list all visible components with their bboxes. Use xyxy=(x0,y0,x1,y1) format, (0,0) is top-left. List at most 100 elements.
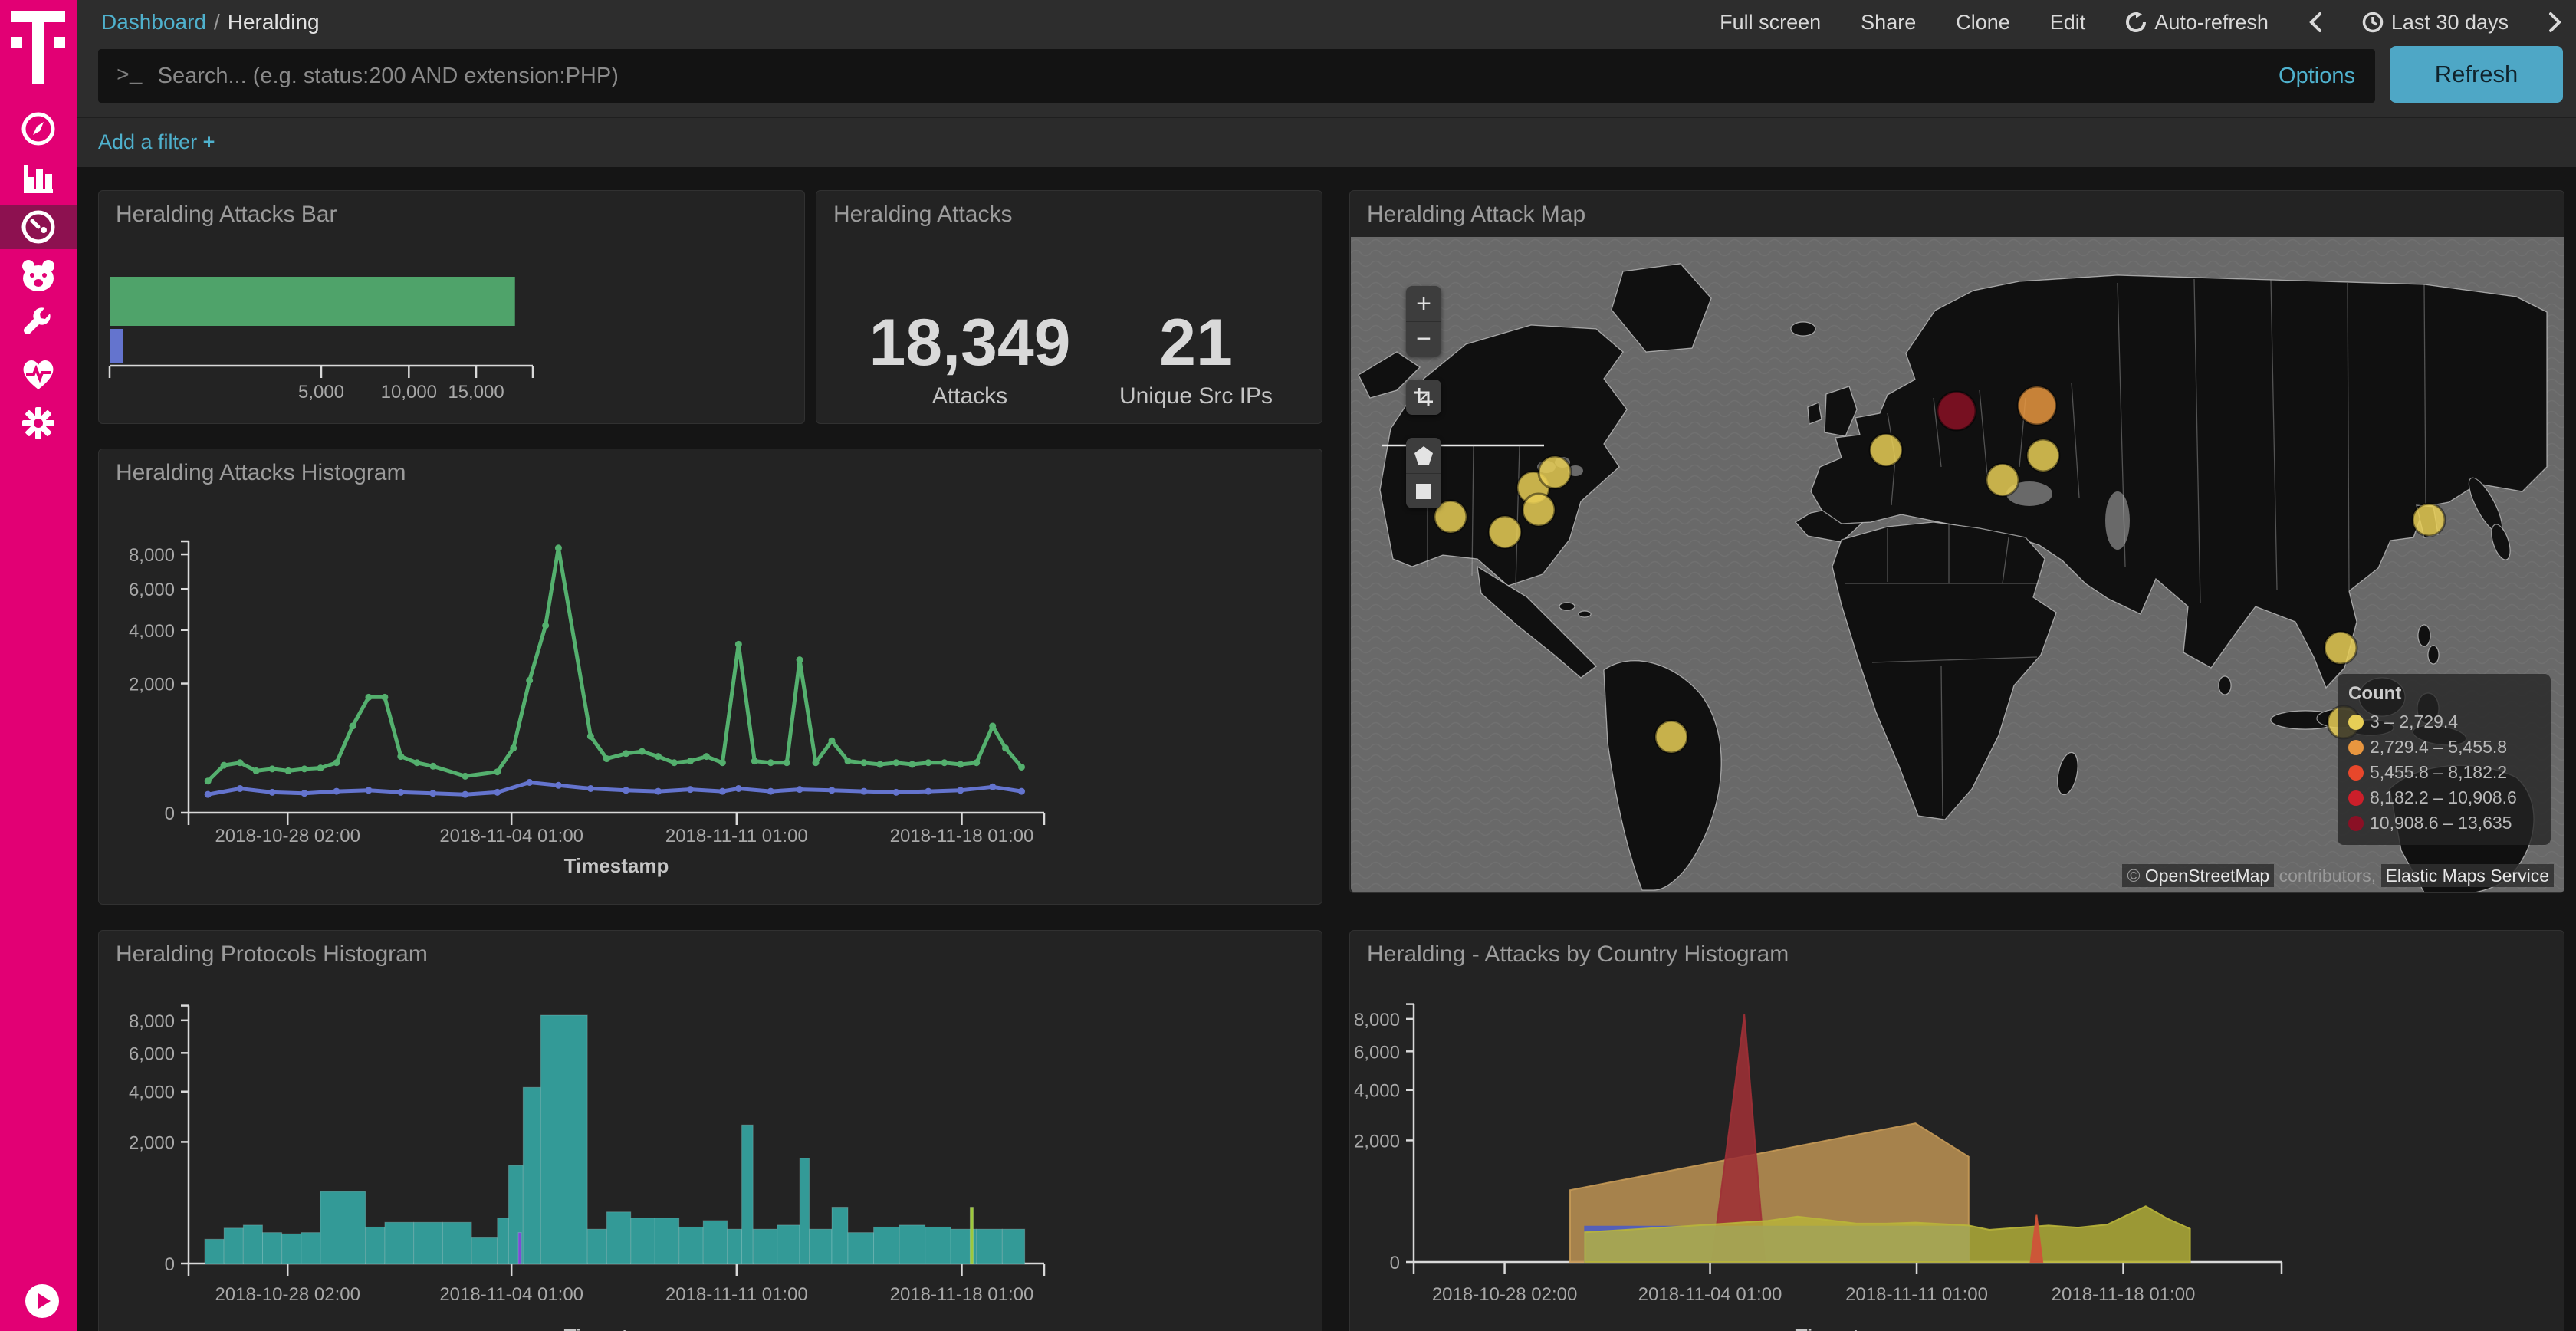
elastic-maps-service-link[interactable]: Elastic Maps Service xyxy=(2381,864,2554,887)
map-draw-rectangle-button[interactable] xyxy=(1406,473,1441,508)
country-histogram-chart: 02,0004,0006,0008,0002018-10-28 02:00201… xyxy=(1350,931,2564,1331)
sidebar-item-devtools[interactable] xyxy=(0,303,77,347)
svg-text:0: 0 xyxy=(165,1254,175,1275)
attack-location-marker xyxy=(1870,434,1902,466)
attack-location-marker xyxy=(1655,721,1687,753)
attack-location-marker xyxy=(2325,632,2357,664)
svg-text:2018-11-11 01:00: 2018-11-11 01:00 xyxy=(1845,1284,1988,1305)
wrench-icon xyxy=(21,307,56,343)
panel-protocols-histogram: Heralding Protocols Histogram 02,0004,00… xyxy=(98,930,1322,1331)
square-icon xyxy=(1414,481,1434,501)
legend-color-dot xyxy=(2348,765,2364,781)
map-draw-polygon-button[interactable] xyxy=(1406,438,1441,473)
time-forward-button[interactable] xyxy=(2548,12,2562,33)
metric-attacks: 18,349 Attacks xyxy=(840,310,1100,409)
svg-text:4,000: 4,000 xyxy=(129,621,175,642)
legend-item[interactable]: 5,455.8 – 8,182.2 xyxy=(2348,760,2540,785)
refresh-icon xyxy=(2125,12,2147,33)
svg-text:2018-10-28 02:00: 2018-10-28 02:00 xyxy=(215,826,360,846)
legend-label: 8,182.2 – 10,908.6 xyxy=(2370,787,2517,808)
attack-location-marker xyxy=(1539,456,1571,488)
svg-text:15,000: 15,000 xyxy=(448,382,504,403)
svg-text:6,000: 6,000 xyxy=(129,580,175,600)
heartbeat-icon xyxy=(20,357,57,391)
full-screen-button[interactable]: Full screen xyxy=(1720,11,1821,35)
auto-refresh-button[interactable]: Auto-refresh xyxy=(2125,11,2269,35)
legend-color-dot xyxy=(2348,816,2364,831)
openstreetmap-link[interactable]: OpenStreetMap xyxy=(2145,866,2269,886)
svg-text:2018-10-28 02:00: 2018-10-28 02:00 xyxy=(215,1284,360,1305)
svg-text:8,000: 8,000 xyxy=(1354,1010,1400,1030)
search-box: >_ Options xyxy=(98,49,2375,103)
svg-text:4,000: 4,000 xyxy=(1354,1081,1400,1102)
breadcrumb-current: Heralding xyxy=(228,10,320,34)
terminal-prompt-icon: >_ xyxy=(98,64,156,88)
svg-text:2018-11-18 01:00: 2018-11-18 01:00 xyxy=(2052,1284,2196,1305)
map-zoom-in-button[interactable]: + xyxy=(1406,286,1441,321)
breadcrumb-dashboard-link[interactable]: Dashboard xyxy=(101,10,206,34)
svg-text:2,000: 2,000 xyxy=(1354,1131,1400,1152)
refresh-button[interactable]: Refresh xyxy=(2390,46,2563,103)
telekom-logo[interactable] xyxy=(12,11,65,87)
svg-text:0: 0 xyxy=(1390,1253,1400,1273)
map-controls: + − xyxy=(1406,286,1441,531)
attack-location-marker xyxy=(1523,494,1555,526)
bear-icon xyxy=(19,258,58,294)
panel-title: Heralding Attacks Histogram xyxy=(116,460,406,486)
panel-title: Heralding Protocols Histogram xyxy=(116,942,428,968)
svg-text:8,000: 8,000 xyxy=(129,1011,175,1032)
sidebar-item-management[interactable] xyxy=(0,401,77,445)
svg-text:2,000: 2,000 xyxy=(129,675,175,695)
metric-value: 21 xyxy=(1100,310,1292,376)
share-button[interactable]: Share xyxy=(1861,11,1916,35)
add-filter-button[interactable]: Add a filter + xyxy=(98,130,215,154)
svg-text:4,000: 4,000 xyxy=(129,1083,175,1103)
legend-item[interactable]: 3 – 2,729.4 xyxy=(2348,709,2540,735)
svg-text:2018-10-28 02:00: 2018-10-28 02:00 xyxy=(1432,1284,1578,1305)
svg-text:Timestamp: Timestamp xyxy=(564,1325,669,1331)
map-attribution: © OpenStreetMap contributors, Elastic Ma… xyxy=(2122,866,2554,886)
query-bar: >_ Options Refresh xyxy=(77,44,2576,117)
panel-title: Heralding Attack Map xyxy=(1367,202,1585,228)
sidebar-item-dashboard[interactable] xyxy=(0,205,77,249)
svg-text:6,000: 6,000 xyxy=(129,1043,175,1064)
search-input[interactable] xyxy=(156,63,2279,90)
map-fit-bounds-button[interactable] xyxy=(1406,380,1441,415)
panel-attacks-histogram: Heralding Attacks Histogram 02,0004,0006… xyxy=(98,449,1322,905)
legend-label: 10,908.6 – 13,635 xyxy=(2370,813,2512,833)
time-back-button[interactable] xyxy=(2308,12,2322,33)
legend-item[interactable]: 10,908.6 – 13,635 xyxy=(2348,810,2540,836)
legend-color-dot xyxy=(2348,740,2364,755)
svg-text:2018-11-04 01:00: 2018-11-04 01:00 xyxy=(439,1284,583,1305)
sidebar-collapse-button[interactable] xyxy=(25,1284,59,1318)
sidebar-item-tpot[interactable] xyxy=(0,254,77,298)
clone-button[interactable]: Clone xyxy=(1956,11,2010,35)
svg-text:2018-11-18 01:00: 2018-11-18 01:00 xyxy=(890,1284,1034,1305)
legend-item[interactable]: 8,182.2 – 10,908.6 xyxy=(2348,785,2540,810)
sidebar-item-monitoring[interactable] xyxy=(0,352,77,396)
sidebar xyxy=(0,0,77,1331)
world-map[interactable]: + − xyxy=(1351,237,2564,892)
edit-button[interactable]: Edit xyxy=(2050,11,2086,35)
svg-text:2018-11-18 01:00: 2018-11-18 01:00 xyxy=(890,826,1034,846)
map-zoom-out-button[interactable]: − xyxy=(1406,321,1441,357)
svg-text:2018-11-11 01:00: 2018-11-11 01:00 xyxy=(665,826,808,846)
options-link[interactable]: Options xyxy=(2279,64,2375,89)
panel-attacks-bar: Heralding Attacks Bar 5,00010,00015,000 … xyxy=(98,190,805,424)
sidebar-item-discover[interactable] xyxy=(0,107,77,151)
metric-value: 18,349 xyxy=(840,310,1100,376)
clock-icon xyxy=(2362,12,2384,33)
legend-item[interactable]: 2,729.4 – 5,455.8 xyxy=(2348,735,2540,760)
breadcrumb-separator: / xyxy=(206,10,228,34)
play-circle-icon xyxy=(25,1284,59,1318)
svg-text:Timestamp: Timestamp xyxy=(564,854,669,877)
legend-title: Count xyxy=(2348,683,2540,705)
panel-title: Heralding Attacks Bar xyxy=(116,202,337,228)
legend-color-dot xyxy=(2348,715,2364,730)
filter-bar: Add a filter + xyxy=(77,117,2576,169)
attacks-histogram-chart: 02,0004,0006,0008,0002018-10-28 02:00201… xyxy=(99,449,1322,904)
sidebar-item-visualize[interactable] xyxy=(0,156,77,200)
compass-icon xyxy=(21,111,56,146)
svg-text:8,000: 8,000 xyxy=(129,545,175,566)
time-range-picker[interactable]: Last 30 days xyxy=(2362,11,2509,35)
